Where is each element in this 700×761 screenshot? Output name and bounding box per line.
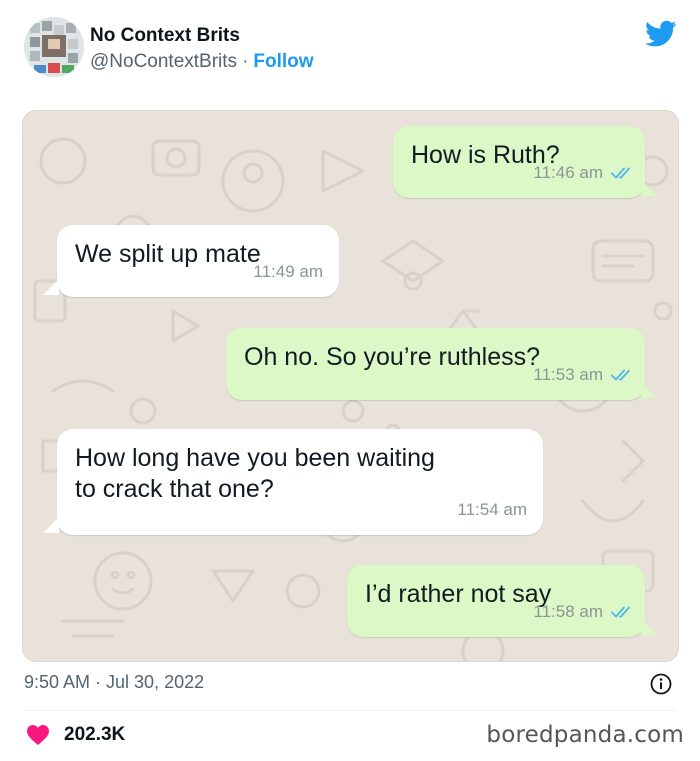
message-text: I’d rather not say (365, 580, 552, 608)
message-meta: 11:54 am (457, 494, 527, 525)
message-meta: 11:53 am (533, 359, 633, 390)
bubble-tail (43, 517, 59, 533)
avatar-image (24, 17, 84, 77)
handle[interactable]: @NoContextBrits (90, 51, 237, 72)
message-bubble-incoming[interactable]: We split up mate 11:49 am (57, 225, 339, 297)
chat-screenshot: How is Ruth? 11:46 am We split up mate 1… (22, 110, 679, 662)
message-text: Oh no. So you’re ruthless? (244, 343, 540, 371)
handle-row: @NoContextBrits · Follow (90, 51, 314, 73)
message-time: 11:49 am (253, 262, 323, 281)
separator-dot: · (242, 51, 249, 72)
bubble-tail (641, 382, 657, 398)
message-bubble-outgoing[interactable]: I’d rather not say 11:58 am (347, 565, 645, 637)
message-text: We split up mate (75, 240, 261, 268)
like-count: 202.3K (64, 724, 126, 745)
display-name[interactable]: No Context Brits (90, 25, 240, 47)
avatar[interactable] (24, 17, 84, 77)
message-meta: 11:49 am (253, 256, 323, 287)
bubble-tail (43, 279, 59, 295)
message-meta: 11:46 am (533, 157, 633, 188)
divider (24, 710, 676, 711)
tweet-header: No Context Brits @NoContextBrits · Follow (0, 0, 700, 100)
message-time: 11:58 am (533, 602, 603, 621)
twitter-bird-icon[interactable] (645, 20, 677, 48)
message-time: 11:53 am (533, 365, 603, 384)
message-time: 11:54 am (457, 500, 527, 519)
double-check-icon (611, 369, 630, 380)
message-bubble-outgoing[interactable]: Oh no. So you’re ruthless? 11:53 am (226, 328, 645, 400)
message-text: How long have you been waiting to crack … (75, 444, 435, 503)
watermark: boredpanda.com (486, 722, 684, 748)
double-check-icon (611, 606, 630, 617)
follow-button[interactable]: Follow (253, 51, 313, 72)
message-bubble-outgoing[interactable]: How is Ruth? 11:46 am (393, 126, 645, 198)
heart-icon (27, 725, 49, 745)
tweet-timestamp[interactable]: 9:50 AM · Jul 30, 2022 (24, 672, 204, 693)
message-bubble-incoming[interactable]: How long have you been waiting to crack … (57, 429, 543, 535)
info-icon[interactable] (650, 673, 672, 695)
bubble-tail (641, 180, 657, 196)
message-meta: 11:58 am (533, 596, 633, 627)
message-time: 11:46 am (533, 163, 603, 182)
double-check-icon (611, 167, 630, 178)
bubble-tail (641, 619, 657, 635)
like-button[interactable]: 202.3K (26, 724, 125, 746)
